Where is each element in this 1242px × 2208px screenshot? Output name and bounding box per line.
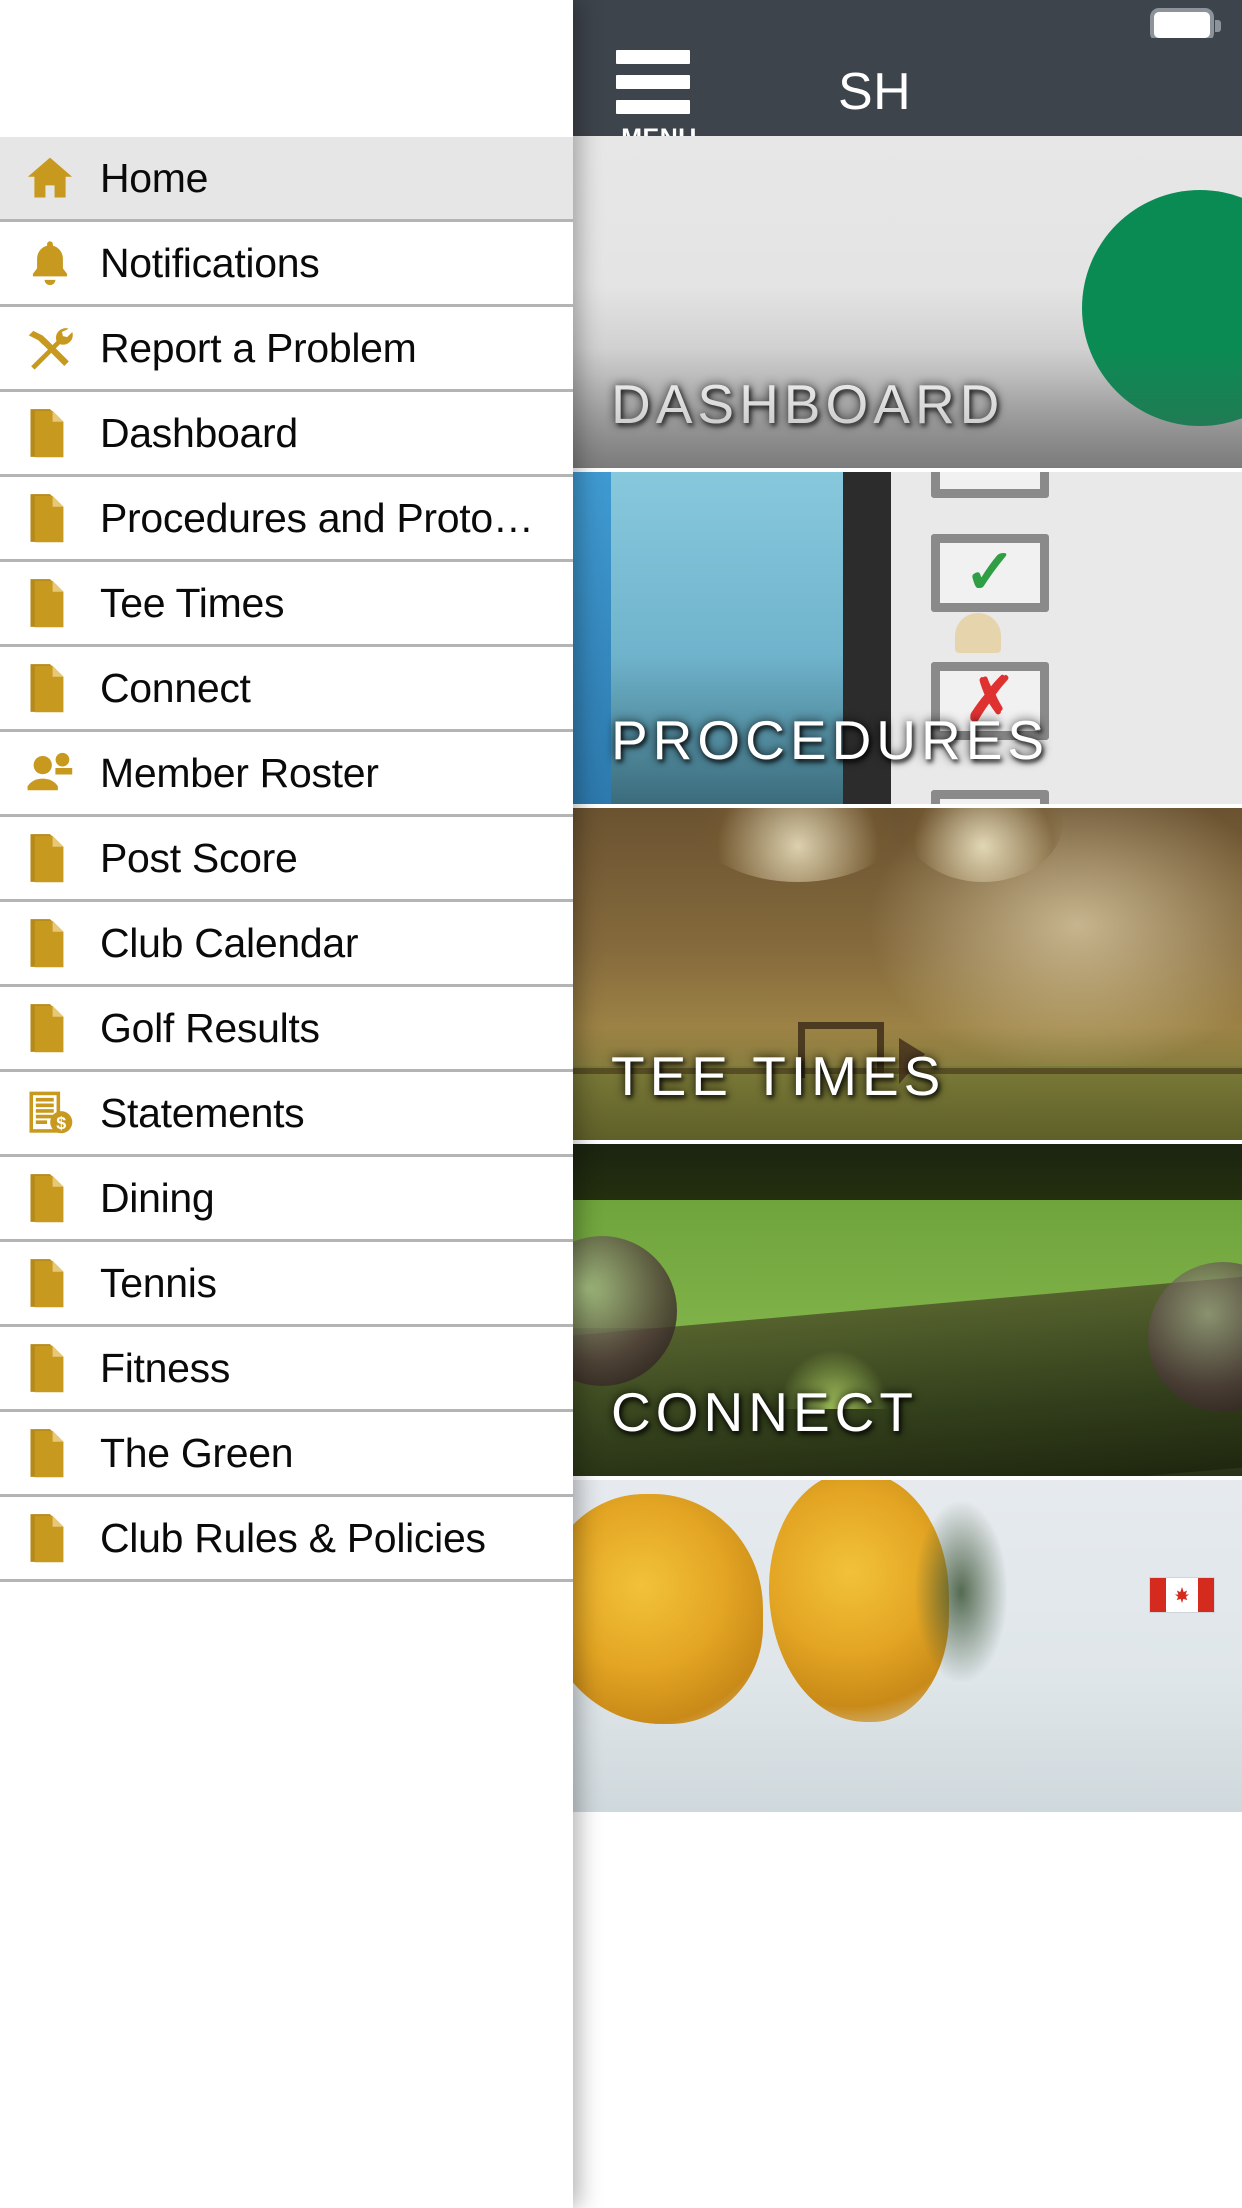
sidebar-item-the-green[interactable]: The Green <box>0 1412 573 1497</box>
hedge-graphic <box>573 1144 1242 1202</box>
tile-label: TEE TIMES <box>611 1045 946 1107</box>
sidebar-item-procedures-and-protocols[interactable]: Procedures and Proto… <box>0 477 573 562</box>
sidebar-item-connect[interactable]: Connect <box>0 647 573 732</box>
sidebar-item-label: Report a Problem <box>100 324 417 371</box>
document-icon <box>0 561 100 646</box>
check-icon: ✓ <box>964 538 1016 607</box>
people-icon <box>0 731 100 816</box>
sidebar-item-label: Golf Results <box>100 1004 320 1051</box>
sidebar-item-label: Connect <box>100 664 251 711</box>
sidebar-item-club-rules-and-policies[interactable]: Club Rules & Policies <box>0 1497 573 1582</box>
tree-graphic <box>573 1494 763 1724</box>
tile-list: DASHBOARD ✓ ✗ ✓ PROCEDURES <box>573 136 1242 1816</box>
document-icon <box>0 1241 100 1326</box>
sidebar-item-dining[interactable]: Dining <box>0 1157 573 1242</box>
club-logo-icon <box>1082 190 1242 426</box>
hamburger-menu-icon <box>616 100 690 114</box>
page-title: SH <box>838 63 912 121</box>
sidebar-item-label: Club Rules & Policies <box>100 1514 486 1561</box>
document-icon <box>0 901 100 986</box>
document-icon <box>0 1411 100 1496</box>
tile-label: DASHBOARD <box>611 373 1005 435</box>
sidebar-item-club-calendar[interactable]: Club Calendar <box>0 902 573 987</box>
tile-label: PROCEDURES <box>611 709 1050 771</box>
app-screen: MENU SH DASHBOARD ✓ ✗ <box>0 0 1242 2208</box>
navigation-drawer: Home Notifications Report a Problem Dash… <box>0 0 573 2208</box>
tile-label: CONNECT <box>611 1381 918 1443</box>
sidebar-item-label: Dining <box>100 1174 215 1221</box>
document-icon <box>0 476 100 561</box>
sidebar-item-notifications[interactable]: Notifications <box>0 222 573 307</box>
sidebar-item-label: Tee Times <box>100 579 285 626</box>
document-icon <box>0 986 100 1071</box>
sidebar-item-label: Home <box>100 154 209 201</box>
checkbox-graphic: ✓ <box>931 534 1049 612</box>
sidebar-item-label: Post Score <box>100 834 298 881</box>
home-icon <box>0 136 100 221</box>
sidebar-item-tee-times[interactable]: Tee Times <box>0 562 573 647</box>
hand-graphic <box>955 613 1001 653</box>
sidebar-item-report-a-problem[interactable]: Report a Problem <box>0 307 573 392</box>
sidebar-item-statements[interactable]: $ Statements <box>0 1072 573 1157</box>
sidebar-item-post-score[interactable]: Post Score <box>0 817 573 902</box>
sidebar-item-label: Procedures and Proto… <box>100 494 534 541</box>
sidebar-item-golf-results[interactable]: Golf Results <box>0 987 573 1072</box>
canada-flag-icon <box>1150 1578 1214 1612</box>
sidebar-item-label: Notifications <box>100 239 320 286</box>
tile-dashboard[interactable]: DASHBOARD <box>573 136 1242 472</box>
check-icon: ✓ <box>931 790 1049 804</box>
tile-autumn[interactable] <box>573 1480 1242 1816</box>
sidebar-item-dashboard[interactable]: Dashboard <box>0 392 573 477</box>
checkbox-graphic: ✓ <box>931 790 1049 804</box>
sidebar-item-label: Fitness <box>100 1344 231 1391</box>
bell-icon <box>0 221 100 306</box>
sidebar-item-label: Member Roster <box>100 749 379 796</box>
checkbox-graphic <box>931 472 1049 498</box>
conifer-graphic <box>915 1502 1007 1682</box>
svg-text:$: $ <box>56 1113 66 1133</box>
tile-procedures[interactable]: ✓ ✗ ✓ PROCEDURES <box>573 472 1242 808</box>
document-icon <box>0 1326 100 1411</box>
invoice-dollar-icon: $ <box>0 1071 100 1156</box>
decorative-blue-strip <box>573 472 611 804</box>
tile-connect[interactable]: CONNECT <box>573 1144 1242 1480</box>
sidebar-item-label: Club Calendar <box>100 919 359 966</box>
tile-tee-times[interactable]: TEE TIMES <box>573 808 1242 1144</box>
battery-full-icon <box>1150 8 1221 42</box>
sidebar-item-member-roster[interactable]: Member Roster <box>0 732 573 817</box>
sidebar-item-home[interactable]: Home <box>0 137 573 222</box>
drawer-header-spacer <box>0 0 573 137</box>
main-content-pane: MENU SH DASHBOARD ✓ ✗ <box>573 0 1242 2208</box>
action-bar: MENU SH <box>573 38 1242 151</box>
sidebar-item-label: Dashboard <box>100 409 298 456</box>
sidebar-item-label: Statements <box>100 1089 305 1136</box>
hamburger-menu-icon <box>616 75 690 89</box>
document-icon <box>0 391 100 476</box>
document-icon <box>0 1496 100 1581</box>
document-icon <box>0 646 100 731</box>
sidebar-item-fitness[interactable]: Fitness <box>0 1327 573 1412</box>
sidebar-item-label: The Green <box>100 1429 294 1476</box>
hamburger-menu-icon <box>616 50 690 64</box>
document-icon <box>0 816 100 901</box>
sidebar-item-label: Tennis <box>100 1259 217 1306</box>
document-icon <box>0 1156 100 1241</box>
status-bar <box>573 0 1242 42</box>
sidebar-item-tennis[interactable]: Tennis <box>0 1242 573 1327</box>
hammer-wrench-icon <box>0 306 100 391</box>
